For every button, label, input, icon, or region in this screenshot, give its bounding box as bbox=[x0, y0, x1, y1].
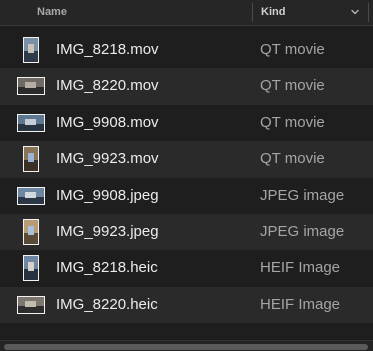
video-thumbnail-portrait bbox=[16, 36, 46, 64]
video-thumbnail-landscape bbox=[17, 113, 45, 132]
file-kind: QT movie bbox=[260, 150, 325, 168]
file-row[interactable]: IMG_8218.mov QT movie bbox=[0, 32, 373, 68]
file-kind: QT movie bbox=[260, 113, 325, 131]
video-thumbnail-landscape bbox=[16, 72, 46, 100]
image-thumbnail-portrait bbox=[16, 218, 46, 246]
image-thumbnail-landscape bbox=[17, 186, 45, 205]
file-list: IMG_8218.mov QT movie IMG_8220.mov QT movie… bbox=[0, 32, 373, 324]
file-kind: QT movie bbox=[260, 41, 325, 58]
column-divider bbox=[368, 3, 369, 22]
file-name[interactable]: IMG_8218.heic bbox=[56, 259, 158, 276]
file-row[interactable]: IMG_9923.mov QT movie bbox=[0, 141, 373, 178]
scrollbar-thumb[interactable] bbox=[4, 344, 368, 350]
name-column-header[interactable]: Name bbox=[0, 0, 252, 25]
file-name[interactable]: IMG_8220.heic bbox=[56, 296, 158, 313]
video-thumbnail-portrait bbox=[16, 145, 46, 173]
kind-column-label: Kind bbox=[261, 6, 286, 18]
file-kind: HEIF Image bbox=[260, 295, 341, 313]
file-kind: JPEG image bbox=[260, 186, 345, 204]
file-row[interactable]: IMG_8220.heic HEIF Image bbox=[0, 286, 373, 324]
file-row[interactable]: IMG_9923.jpeg JPEG image bbox=[0, 213, 373, 251]
file-kind: QT movie bbox=[260, 77, 325, 95]
file-name[interactable]: IMG_9908.mov bbox=[56, 114, 159, 131]
file-kind: HEIF Image bbox=[260, 259, 341, 277]
video-thumbnail-landscape bbox=[17, 77, 45, 96]
image-thumbnail-portrait bbox=[23, 255, 39, 282]
image-thumbnail-portrait bbox=[23, 218, 39, 245]
column-header-bar: Name Kind bbox=[0, 0, 373, 26]
image-thumbnail-landscape bbox=[16, 291, 46, 319]
file-row[interactable]: IMG_8220.mov QT movie bbox=[0, 68, 373, 105]
kind-column-header[interactable]: Kind bbox=[253, 0, 368, 25]
image-thumbnail-portrait bbox=[16, 254, 46, 282]
video-thumbnail-portrait bbox=[23, 146, 39, 173]
image-thumbnail-landscape bbox=[16, 182, 46, 210]
file-name[interactable]: IMG_8218.mov bbox=[56, 41, 159, 58]
finder-list-view: Name Kind IMG_8218.mov QT movie IMG_8220.m… bbox=[0, 0, 373, 351]
file-row[interactable]: IMG_9908.jpeg JPEG image bbox=[0, 178, 373, 214]
chevron-down-icon[interactable] bbox=[350, 7, 360, 17]
name-column-label: Name bbox=[37, 6, 67, 18]
file-name[interactable]: IMG_9908.jpeg bbox=[56, 187, 159, 204]
file-row[interactable]: IMG_8218.heic HEIF Image bbox=[0, 250, 373, 286]
file-name[interactable]: IMG_9923.mov bbox=[56, 150, 159, 167]
video-thumbnail-portrait bbox=[23, 37, 39, 63]
video-thumbnail-landscape bbox=[16, 109, 46, 137]
file-name[interactable]: IMG_9923.jpeg bbox=[56, 223, 159, 240]
horizontal-scrollbar[interactable] bbox=[0, 340, 373, 351]
file-kind: JPEG image bbox=[260, 222, 345, 240]
file-name[interactable]: IMG_8220.mov bbox=[56, 77, 159, 94]
image-thumbnail-landscape bbox=[17, 295, 45, 314]
file-row[interactable]: IMG_9908.mov QT movie bbox=[0, 105, 373, 141]
